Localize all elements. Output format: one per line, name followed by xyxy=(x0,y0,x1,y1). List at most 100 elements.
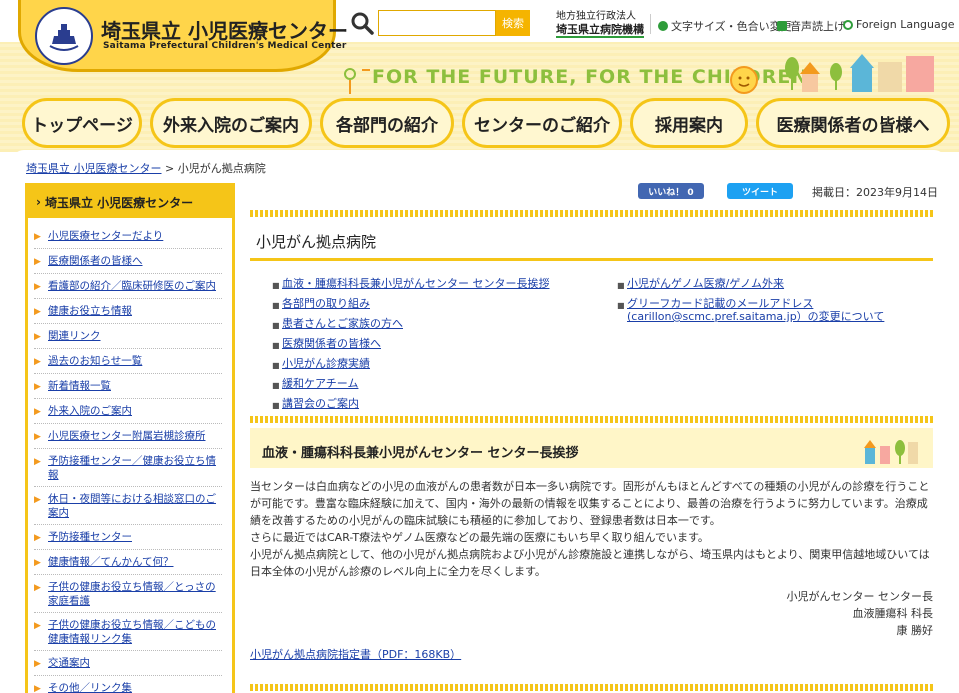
page-link[interactable]: 小児がん診療実績 xyxy=(282,357,370,372)
sidebar-item[interactable]: ▶ 関連リンク xyxy=(34,324,222,349)
page-link[interactable]: 小児がんゲノム医療/ゲノム外来 xyxy=(627,277,784,292)
page-link-item: ■ 小児がんゲノム医療/ゲノム外来 xyxy=(617,277,917,292)
sidebar-title[interactable]: › 埼玉県立 小児医療センター xyxy=(28,186,232,218)
sun-doodle-icon xyxy=(344,68,370,94)
sidebar-item[interactable]: ▶ 子供の健康お役立ち情報／とっさの家庭看護 xyxy=(34,575,222,613)
like-label: いいね！ 0 xyxy=(648,187,694,198)
search-button[interactable]: 検索 xyxy=(496,10,530,36)
sidebar-item-link[interactable]: 予防接種センター xyxy=(48,530,132,545)
sidebar-item-link[interactable]: 子供の健康お役立ち情報／こどもの健康情報リンク集 xyxy=(48,618,222,646)
nav-departments[interactable]: 各部門の紹介 xyxy=(320,98,454,148)
sidebar-item-link[interactable]: 新着情報一覧 xyxy=(48,379,111,394)
sidebar-item-link[interactable]: 小児医療センター附属岩槻診療所 xyxy=(48,429,206,444)
arrow-right-icon: ▶ xyxy=(34,382,41,392)
sidebar-item[interactable]: ▶ 予防接種センター xyxy=(34,525,222,550)
sidebar-item-link[interactable]: 看護部の紹介／臨床研修医のご案内 xyxy=(48,279,216,294)
sidebar-item[interactable]: ▶ 新着情報一覧 xyxy=(34,374,222,399)
page-link-item: ■ グリーフカード記載のメールアドレス(carillon@scmc.pref.sa… xyxy=(617,297,917,323)
page-link-item: ■ 血液・腫瘍科科長兼小児がんセンター センター長挨拶 xyxy=(272,277,602,292)
search-input[interactable] xyxy=(378,10,496,36)
sidebar-item[interactable]: ▶ 外来入院のご案内 xyxy=(34,399,222,424)
sidebar-item[interactable]: ▶ 小児医療センター附属岩槻診療所 xyxy=(34,424,222,449)
sidebar-item[interactable]: ▶ 健康お役立ち情報 xyxy=(34,299,222,324)
sidebar-item[interactable]: ▶ 医療関係者の皆様へ xyxy=(34,249,222,274)
nav-outpatient[interactable]: 外来入院のご案内 xyxy=(150,98,312,148)
sidebar-item-link[interactable]: その他／リンク集 xyxy=(48,681,132,693)
sidebar-item-link[interactable]: 小児医療センターだより xyxy=(48,229,163,244)
read-aloud-link[interactable]: 音声読上げ xyxy=(777,18,845,34)
foreign-language-link[interactable]: Foreign Language xyxy=(843,18,955,31)
tweet-button[interactable]: ツイート xyxy=(727,183,793,199)
tweet-label: ツイート xyxy=(741,187,778,198)
arrow-right-icon: ▶ xyxy=(34,495,41,505)
agency-logo[interactable]: 地方独立行政法人 埼玉県立病院機構 xyxy=(556,10,644,38)
sidebar-item-link[interactable]: 子供の健康お役立ち情報／とっさの家庭看護 xyxy=(48,580,222,608)
arrow-right-icon: ▶ xyxy=(34,282,41,292)
sidebar-item[interactable]: ▶ 小児医療センターだより xyxy=(34,224,222,249)
sidebar-item-link[interactable]: 関連リンク xyxy=(48,329,101,344)
site-logo[interactable]: 埼玉県立 小児医療センター Saitama Prefectural Childr… xyxy=(18,0,348,72)
text-size-color-link[interactable]: 文字サイズ・色合い変更 xyxy=(658,18,792,34)
sidebar-item[interactable]: ▶ 休日・夜間等における相談窓口のご案内 xyxy=(34,487,222,525)
logo-title: 埼玉県立 小児医療センター xyxy=(101,19,348,43)
bullet-icon: ■ xyxy=(272,401,280,410)
agency-line1: 地方独立行政法人 xyxy=(556,11,636,22)
sidebar-item[interactable]: ▶ 過去のお知らせ一覧 xyxy=(34,349,222,374)
arrow-right-icon: ▶ xyxy=(34,307,41,317)
breadcrumb-current: 小児がん拠点病院 xyxy=(177,162,266,175)
page-link[interactable]: 血液・腫瘍科科長兼小児がんセンター センター長挨拶 xyxy=(282,277,550,292)
section-body: 当センターは白血病などの小児の血液がんの患者数が日本一多い病院です。固形がんもほ… xyxy=(250,478,936,580)
page-title: 小児がん拠点病院 xyxy=(256,233,377,251)
bullet-icon: ■ xyxy=(272,301,280,310)
sidebar-item-link[interactable]: 外来入院のご案内 xyxy=(48,404,132,419)
page-link[interactable]: 患者さんとご家族の方へ xyxy=(282,317,403,332)
signature-dept: 血液腫瘍科 科長 xyxy=(852,607,934,620)
sidebar-item[interactable]: ▶ 予防接種センター／健康お役立ち情報 xyxy=(34,449,222,487)
sidebar-item-link[interactable]: 休日・夜間等における相談窓口のご案内 xyxy=(48,492,222,520)
sidebar-item[interactable]: ▶ その他／リンク集 xyxy=(34,676,222,693)
breadcrumb-separator: > xyxy=(161,162,178,175)
sidebar-item[interactable]: ▶ 看護部の紹介／臨床研修医のご案内 xyxy=(34,274,222,299)
arrow-right-icon: ▶ xyxy=(34,533,41,543)
facebook-like-button[interactable]: いいね！ 0 xyxy=(638,183,704,199)
sidebar-item-link[interactable]: 交通案内 xyxy=(48,656,90,671)
arrow-right-icon: ▶ xyxy=(34,684,41,693)
arrow-right-icon: ▶ xyxy=(34,558,41,568)
page-link[interactable]: グリーフカード記載のメールアドレス(carillon@scmc.pref.sai… xyxy=(627,297,917,323)
read-aloud-label: 音声読上げ xyxy=(790,20,845,33)
pdf-download-link[interactable]: 小児がん拠点病院指定書（PDF：168KB） xyxy=(250,646,461,662)
signature-title: 小児がんセンター センター長 xyxy=(786,590,934,603)
sidebar-item[interactable]: ▶ 子供の健康お役立ち情報／こどもの健康情報リンク集 xyxy=(34,613,222,651)
page-link-item: ■ 患者さんとご家族の方へ xyxy=(272,317,602,332)
sidebar-item[interactable]: ▶ 健康情報／てんかんて何？ xyxy=(34,550,222,575)
arrow-right-icon: ▶ xyxy=(34,432,41,442)
sidebar-item-link[interactable]: 健康情報／てんかんて何？ xyxy=(48,555,173,570)
global-nav: トップページ 外来入院のご案内 各部門の紹介 センターのご紹介 採用案内 医療関… xyxy=(22,98,952,148)
sidebar-item-link[interactable]: 予防接種センター／健康お役立ち情報 xyxy=(48,454,222,482)
page-link[interactable]: 講習会のご案内 xyxy=(282,397,359,412)
arrow-right-icon: ▶ xyxy=(34,583,41,593)
page-link[interactable]: 各部門の取り組み xyxy=(282,297,370,312)
page-link[interactable]: 医療関係者の皆様へ xyxy=(282,337,381,352)
sidebar-item-link[interactable]: 健康お役立ち情報 xyxy=(48,304,132,319)
houses-deco-icon xyxy=(864,440,918,464)
sidebar-item[interactable]: ▶ 交通案内 xyxy=(34,651,222,676)
divider xyxy=(650,14,651,34)
nav-about-center[interactable]: センターのご紹介 xyxy=(462,98,622,148)
nav-recruit[interactable]: 採用案内 xyxy=(630,98,748,148)
search-icon xyxy=(351,12,374,35)
nav-top-page[interactable]: トップページ xyxy=(22,98,142,148)
breadcrumb-home-link[interactable]: 埼玉県立 小児医療センター xyxy=(26,162,162,175)
arrow-right-icon: ▶ xyxy=(34,659,41,669)
sidebar-item-link[interactable]: 医療関係者の皆様へ xyxy=(48,254,143,269)
bullet-icon: ■ xyxy=(272,281,280,290)
nav-medical-professionals[interactable]: 医療関係者の皆様へ xyxy=(756,98,950,148)
page-link[interactable]: 緩和ケアチーム xyxy=(282,377,358,392)
arrow-right-icon: ▶ xyxy=(34,332,41,342)
text-size-color-label: 文字サイズ・色合い変更 xyxy=(671,20,792,33)
body-paragraph: 当センターは白血病などの小児の血液がんの患者数が日本一多い病院です。固形がんもほ… xyxy=(250,480,930,527)
speaker-icon xyxy=(777,21,787,31)
bullet-icon: ■ xyxy=(272,321,280,330)
breadcrumb: 埼玉県立 小児医療センター > 小児がん拠点病院 xyxy=(26,160,266,176)
sidebar-item-link[interactable]: 過去のお知らせ一覧 xyxy=(48,354,142,369)
